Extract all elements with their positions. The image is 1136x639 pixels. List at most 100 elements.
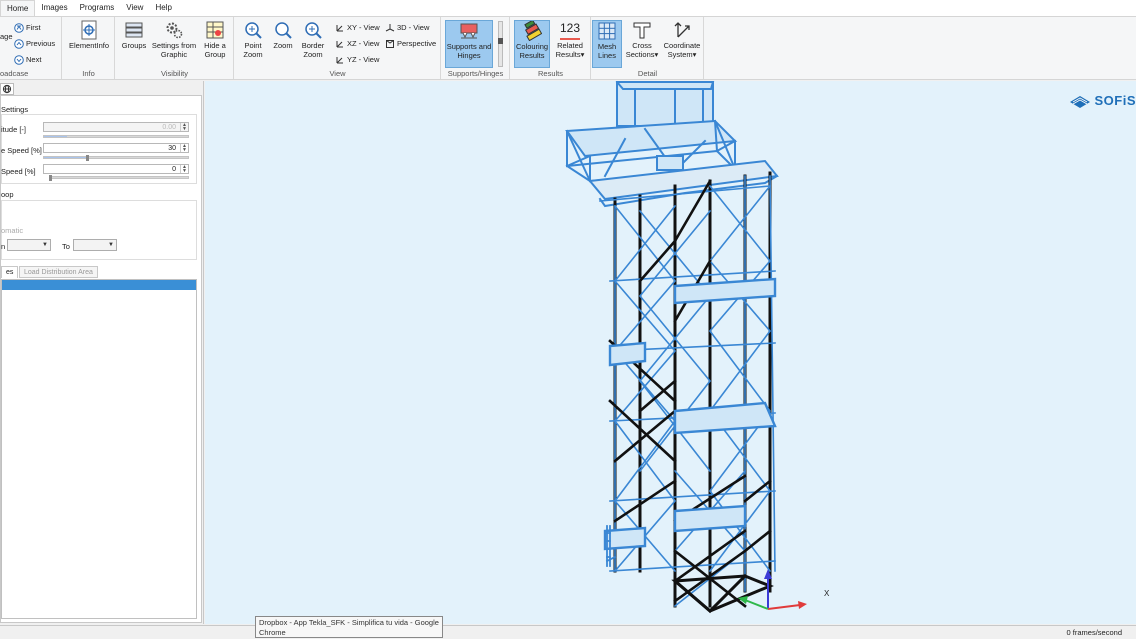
- speed-slider-fill: [44, 157, 88, 158]
- menu-images[interactable]: Images: [35, 0, 73, 16]
- left-panel: Settings itude [-] 0.00 ▲ ▼ e Speed [%] 30…: [0, 81, 204, 624]
- rotation-speed-slider-thumb[interactable]: [49, 175, 52, 181]
- 3d-view-button[interactable]: 3D - View: [385, 22, 429, 33]
- mesh-lines-button[interactable]: Mesh Lines: [592, 20, 622, 68]
- speed-slider-thumb[interactable]: [86, 155, 90, 161]
- group-label-view: View: [329, 69, 346, 78]
- colouring-results-icon: [524, 21, 542, 41]
- settings-from-graphic-button[interactable]: Settings from Graphic: [150, 20, 198, 59]
- perspective-icon: [386, 40, 394, 49]
- automatic-label: omatic: [1, 226, 24, 235]
- amplitude-field[interactable]: 0.00 ▲ ▼: [43, 122, 189, 132]
- graphic-viewport[interactable]: SOFiS X: [205, 81, 1136, 624]
- point-zoom-icon: [245, 22, 262, 39]
- from-combobox[interactable]: ▼: [7, 239, 51, 251]
- speed-spinner[interactable]: ▲ ▼: [180, 144, 188, 153]
- loadcase-partial-button[interactable]: age: [0, 31, 13, 42]
- perspective-button[interactable]: Perspective: [385, 38, 436, 49]
- coordinate-system-button[interactable]: Coordinate System▾: [662, 20, 702, 59]
- group-results: Colouring Results 123 Related Results▾ Res…: [511, 17, 591, 79]
- cross-sections-dropdown-icon: ▾: [654, 50, 659, 59]
- supports-icon: [460, 23, 478, 39]
- loadcase-list[interactable]: [1, 279, 197, 619]
- xz-view-button[interactable]: XZ - View: [335, 38, 379, 49]
- frames-per-second: 0 frames/second: [1066, 628, 1122, 637]
- group-label-supports-hinges: Supports/Hinges: [447, 69, 504, 78]
- taskbar-tooltip: Dropbox - App Tekla_SFK - Simplifica tu …: [255, 616, 443, 638]
- top-platform: [615, 81, 715, 127]
- coordinate-system-dropdown-icon: ▾: [692, 50, 697, 59]
- structure-model[interactable]: [205, 81, 1136, 624]
- to-dropdown-icon: ▼: [108, 242, 114, 248]
- hide-group-icon: [206, 21, 224, 39]
- tab-lines[interactable]: es: [1, 266, 19, 278]
- tab-load-distribution-area[interactable]: Load Distribution Area: [19, 266, 98, 278]
- down-arrow-icon: [14, 55, 24, 65]
- colouring-results-button[interactable]: Colouring Results: [514, 20, 550, 68]
- zoom-button[interactable]: Zoom: [271, 20, 295, 50]
- tooltip-line-2: Chrome: [259, 628, 286, 637]
- axis-triad: [738, 569, 807, 610]
- supports-hinges-button[interactable]: Supports and Hinges: [445, 20, 493, 68]
- speed-field[interactable]: 30 ▲ ▼: [43, 143, 189, 153]
- panel-tab-icon[interactable]: [0, 83, 14, 95]
- supports-size-slider[interactable]: [498, 21, 503, 67]
- speed-label: e Speed [%]: [1, 146, 42, 155]
- amplitude-label: itude [-]: [1, 125, 27, 134]
- 3d-axis-icon: [385, 24, 395, 32]
- xy-view-button[interactable]: XY - View: [335, 22, 380, 33]
- from-label: n: [1, 242, 6, 251]
- amplitude-spinner[interactable]: ▲ ▼: [180, 123, 188, 132]
- point-zoom-button[interactable]: Point Zoom: [239, 20, 267, 59]
- groups-icon: [125, 22, 143, 38]
- rotation-speed-spinner[interactable]: ▲ ▼: [180, 165, 188, 174]
- loop-frame: [1, 200, 197, 260]
- xy-axis-icon: [336, 25, 343, 32]
- yz-axis-icon: [336, 57, 343, 64]
- related-results-icon: 123: [560, 20, 580, 40]
- ribbon: age First Previous Next oadcase ElementI…: [0, 16, 1136, 80]
- rotation-speed-label: Speed [%]: [1, 167, 36, 176]
- groups-button[interactable]: Groups: [120, 20, 148, 50]
- amplitude-slider[interactable]: [43, 135, 189, 138]
- group-label-visibility: Visibility: [161, 69, 188, 78]
- border-zoom-button[interactable]: Border Zoom: [299, 20, 327, 59]
- status-bar: 0 frames/second: [0, 625, 1136, 639]
- next-button[interactable]: Next: [14, 54, 41, 65]
- zoom-icon: [275, 22, 292, 39]
- up-arrow-icon: [14, 39, 24, 49]
- first-button[interactable]: First: [14, 22, 41, 33]
- axis-x-label: X: [824, 589, 830, 598]
- group-view: Point Zoom Zoom Border Zoom XY - View XZ -…: [235, 17, 441, 79]
- group-label-results: Results: [537, 69, 563, 78]
- to-combobox[interactable]: ▼: [73, 239, 117, 251]
- menu-home[interactable]: Home: [0, 0, 36, 16]
- group-label-detail: Detail: [637, 69, 658, 78]
- rotation-speed-field[interactable]: 0 ▲ ▼: [43, 164, 189, 174]
- t-section-icon: [633, 22, 651, 39]
- group-info: ElementInfo Info: [63, 17, 115, 79]
- yz-view-button[interactable]: YZ - View: [335, 54, 379, 65]
- list-item-selected[interactable]: [2, 280, 196, 290]
- cross-sections-button[interactable]: Cross Sections▾: [624, 20, 660, 59]
- to-label: To: [62, 242, 70, 251]
- border-zoom-icon: [305, 22, 322, 39]
- menu-help[interactable]: Help: [149, 0, 177, 16]
- speed-slider[interactable]: [43, 155, 189, 161]
- group-label-info: Info: [82, 69, 95, 78]
- previous-button[interactable]: Previous: [14, 38, 55, 49]
- related-results-button[interactable]: 123 Related Results▾: [553, 20, 587, 59]
- supports-size-slider-thumb[interactable]: [498, 38, 503, 44]
- element-info-button[interactable]: ElementInfo: [67, 20, 111, 50]
- menu-view[interactable]: View: [120, 0, 149, 16]
- amplitude-slider-fill: [44, 136, 68, 137]
- hide-group-button[interactable]: Hide a Group: [200, 20, 230, 59]
- mesh-grid-icon: [598, 22, 616, 40]
- menu-programs[interactable]: Programs: [74, 0, 121, 16]
- rotation-speed-slider[interactable]: [49, 175, 189, 181]
- settings-title: Settings: [1, 105, 29, 114]
- gear-icon: [166, 22, 183, 39]
- animation-settings-panel: Settings itude [-] 0.00 ▲ ▼ e Speed [%] 30…: [0, 95, 202, 623]
- group-supports-hinges: Supports and Hinges Supports/Hinges: [442, 17, 510, 79]
- xz-axis-icon: [336, 41, 343, 48]
